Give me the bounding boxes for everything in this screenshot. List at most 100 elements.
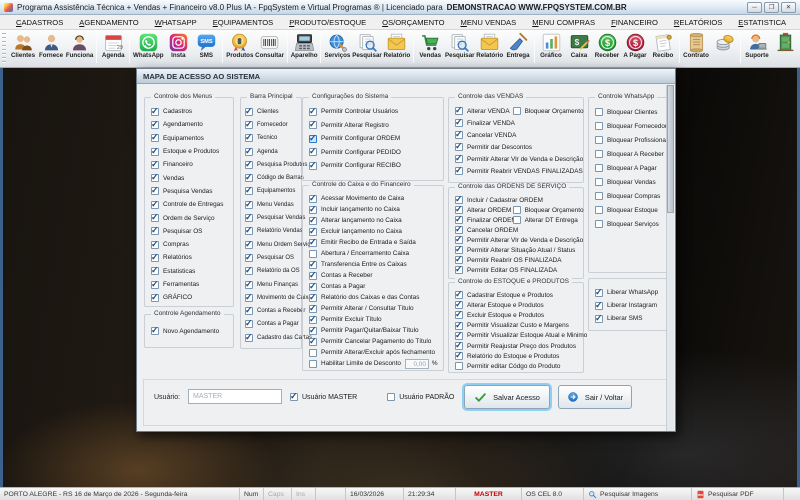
checkbox[interactable] (309, 239, 317, 247)
checkbox-row[interactable]: Bloquear A Receber (595, 147, 667, 161)
status-search-images[interactable]: Pesquisar Imagens (584, 488, 692, 500)
checkbox[interactable] (151, 294, 159, 302)
limite-desconto-input[interactable]: 0,00 (405, 359, 429, 369)
checkbox[interactable] (455, 107, 463, 115)
checkbox-row[interactable]: Pesquisar Vendas (245, 211, 301, 224)
checkbox[interactable] (455, 332, 463, 340)
checkbox[interactable] (245, 241, 253, 249)
checkbox-row[interactable]: Agenda (245, 145, 301, 158)
menu-financeiro[interactable]: FINANCEIRO (603, 18, 666, 27)
checkbox[interactable] (151, 161, 159, 169)
checkbox[interactable] (455, 342, 463, 350)
checkbox[interactable] (309, 283, 317, 291)
checkbox-row[interactable]: Permitir Editar OS FINALIZADA (455, 265, 583, 275)
checkbox[interactable] (151, 327, 159, 335)
checkbox-row[interactable]: Alterar lançamento no Caixa (309, 215, 443, 226)
checkbox-row[interactable]: Pesquisa Vendas (151, 185, 233, 198)
menu-os-orcamento[interactable]: OS/ORÇAMENTO (374, 18, 452, 27)
checkbox[interactable] (245, 334, 253, 342)
menu-estatistica[interactable]: ESTATISTICA (730, 18, 794, 27)
checkbox[interactable] (455, 236, 463, 244)
checkbox[interactable] (245, 201, 253, 209)
checkbox-row[interactable]: Contas a Receber (245, 304, 301, 317)
usuario-master-checkbox-row[interactable]: Usuário MASTER (290, 393, 357, 401)
checkbox[interactable] (595, 302, 603, 310)
checkbox[interactable] (151, 148, 159, 156)
checkbox-row[interactable]: Código de Barras (245, 171, 301, 184)
checkbox-row[interactable]: Menu Vendas (245, 198, 301, 211)
checkbox[interactable] (245, 281, 253, 289)
checkbox-row[interactable]: Relatório do Estoque e Produtos (455, 351, 583, 361)
toolbar-button-recibo[interactable]: Recibo (649, 30, 677, 59)
checkbox-row[interactable]: Compras (151, 238, 233, 251)
checkbox[interactable] (309, 108, 317, 116)
checkbox[interactable] (513, 107, 521, 115)
checkbox-row[interactable]: Habilitar Limite de Desconto0,00% (309, 358, 443, 369)
checkbox[interactable] (151, 214, 159, 222)
checkbox[interactable] (455, 291, 463, 299)
checkbox[interactable] (455, 143, 463, 151)
checkbox[interactable] (309, 121, 317, 129)
checkbox-row[interactable]: Alterar VENDA (455, 105, 513, 117)
checkbox-row[interactable]: Bloquear Fornecedor (595, 119, 667, 133)
checkbox-row[interactable]: Relatórios (151, 251, 233, 264)
checkbox-row[interactable]: Bloquear Clientes (595, 105, 667, 119)
checkbox-row[interactable]: Pesquisar OS (245, 251, 301, 264)
checkbox-row[interactable]: Incluir / Cadastrar ORDEM (455, 195, 583, 205)
toolbar-button-funcionario[interactable]: Funciona (65, 30, 94, 59)
checkbox-row[interactable]: Vendas (151, 171, 233, 184)
checkbox-row[interactable]: Pesquisa Produtos (245, 158, 301, 171)
checkbox-row[interactable]: Equipamentos (151, 132, 233, 145)
menu-compras[interactable]: MENU COMPRAS (524, 18, 603, 27)
checkbox-row[interactable]: Movimento de Caixa (245, 291, 301, 304)
checkbox[interactable] (309, 360, 317, 368)
checkbox[interactable] (245, 161, 253, 169)
checkbox[interactable] (387, 393, 395, 401)
checkbox[interactable] (455, 322, 463, 330)
checkbox[interactable] (455, 216, 463, 224)
toolbar-button-relatorio-os[interactable]: Relatório (383, 30, 412, 59)
checkbox[interactable] (455, 155, 463, 163)
checkbox-row[interactable]: Incluir lançamento no Caixa (309, 204, 443, 215)
checkbox[interactable] (595, 150, 603, 158)
checkbox[interactable] (309, 261, 317, 269)
checkbox[interactable] (309, 250, 317, 258)
checkbox-row[interactable]: Menu Ordem Serviço (245, 238, 301, 251)
checkbox[interactable] (309, 228, 317, 236)
checkbox-row[interactable]: Alterar Estoque e Produtos (455, 300, 583, 310)
checkbox-row[interactable]: Emitir Recibo de Entrada e Saída (309, 237, 443, 248)
checkbox[interactable] (309, 272, 317, 280)
toolbar-button-receber[interactable]: Receber (593, 30, 621, 59)
checkbox-row[interactable]: Permitir Cancelar Pagamento do Título (309, 336, 443, 347)
checkbox[interactable] (455, 131, 463, 139)
toolbar-button-servicos[interactable]: Serviços (323, 30, 351, 59)
checkbox[interactable] (245, 134, 253, 142)
checkbox[interactable] (595, 315, 603, 323)
checkbox[interactable] (151, 201, 159, 209)
checkbox-row[interactable]: Relatório da OS (245, 265, 301, 278)
checkbox[interactable] (290, 393, 298, 401)
checkbox-row[interactable]: Abertura / Encerramento Caixa (309, 248, 443, 259)
checkbox-row[interactable]: Equipamentos (245, 185, 301, 198)
checkbox[interactable] (309, 349, 317, 357)
checkbox[interactable] (245, 267, 253, 275)
toolbar-button-relatorio-vendas[interactable]: Relatório (475, 30, 504, 59)
checkbox[interactable] (595, 220, 603, 228)
checkbox-row[interactable]: Permitir Reajustar Preço dos Produtos (455, 341, 583, 351)
checkbox-row[interactable]: Cadastro das Cartas (245, 331, 301, 344)
checkbox[interactable] (245, 174, 253, 182)
checkbox[interactable] (245, 294, 253, 302)
checkbox[interactable] (151, 227, 159, 235)
toolbar-button-whatsapp[interactable]: WhatsApp (132, 30, 164, 59)
checkbox-row[interactable]: Liberar SMS (595, 312, 667, 325)
checkbox[interactable] (513, 206, 521, 214)
close-icon[interactable]: ✕ (781, 2, 796, 13)
menu-whatsapp[interactable]: WHATSAPP (147, 18, 205, 27)
checkbox-row[interactable]: Novo Agendamento (151, 322, 233, 340)
checkbox-row[interactable]: Bloquear A Pagar (595, 161, 667, 175)
checkbox-row[interactable]: GRÁFICO (151, 291, 233, 304)
checkbox[interactable] (595, 178, 603, 186)
checkbox[interactable] (595, 192, 603, 200)
checkbox-row[interactable]: Permitir Visualizar Estoque Atual e Mini… (455, 331, 583, 341)
checkbox-row[interactable]: Permitir Controlar Usuários (309, 105, 443, 119)
